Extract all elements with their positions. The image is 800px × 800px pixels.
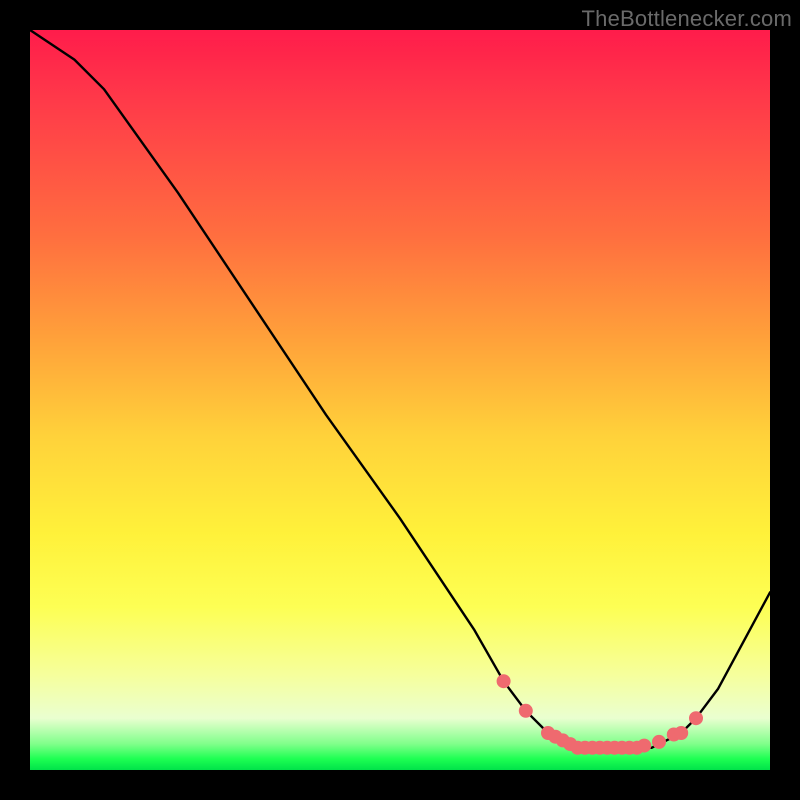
marker-dot xyxy=(689,711,703,725)
watermark-label: TheBottlenecker.com xyxy=(582,6,792,32)
marker-dot xyxy=(637,739,651,753)
chart-frame: TheBottlenecker.com xyxy=(0,0,800,800)
marker-dot xyxy=(497,674,511,688)
marker-dot xyxy=(519,704,533,718)
plot-area xyxy=(30,30,770,770)
marker-dot xyxy=(674,726,688,740)
bottleneck-curve xyxy=(30,30,770,748)
chart-svg xyxy=(30,30,770,770)
marker-dot xyxy=(652,735,666,749)
marker-group xyxy=(497,674,703,755)
